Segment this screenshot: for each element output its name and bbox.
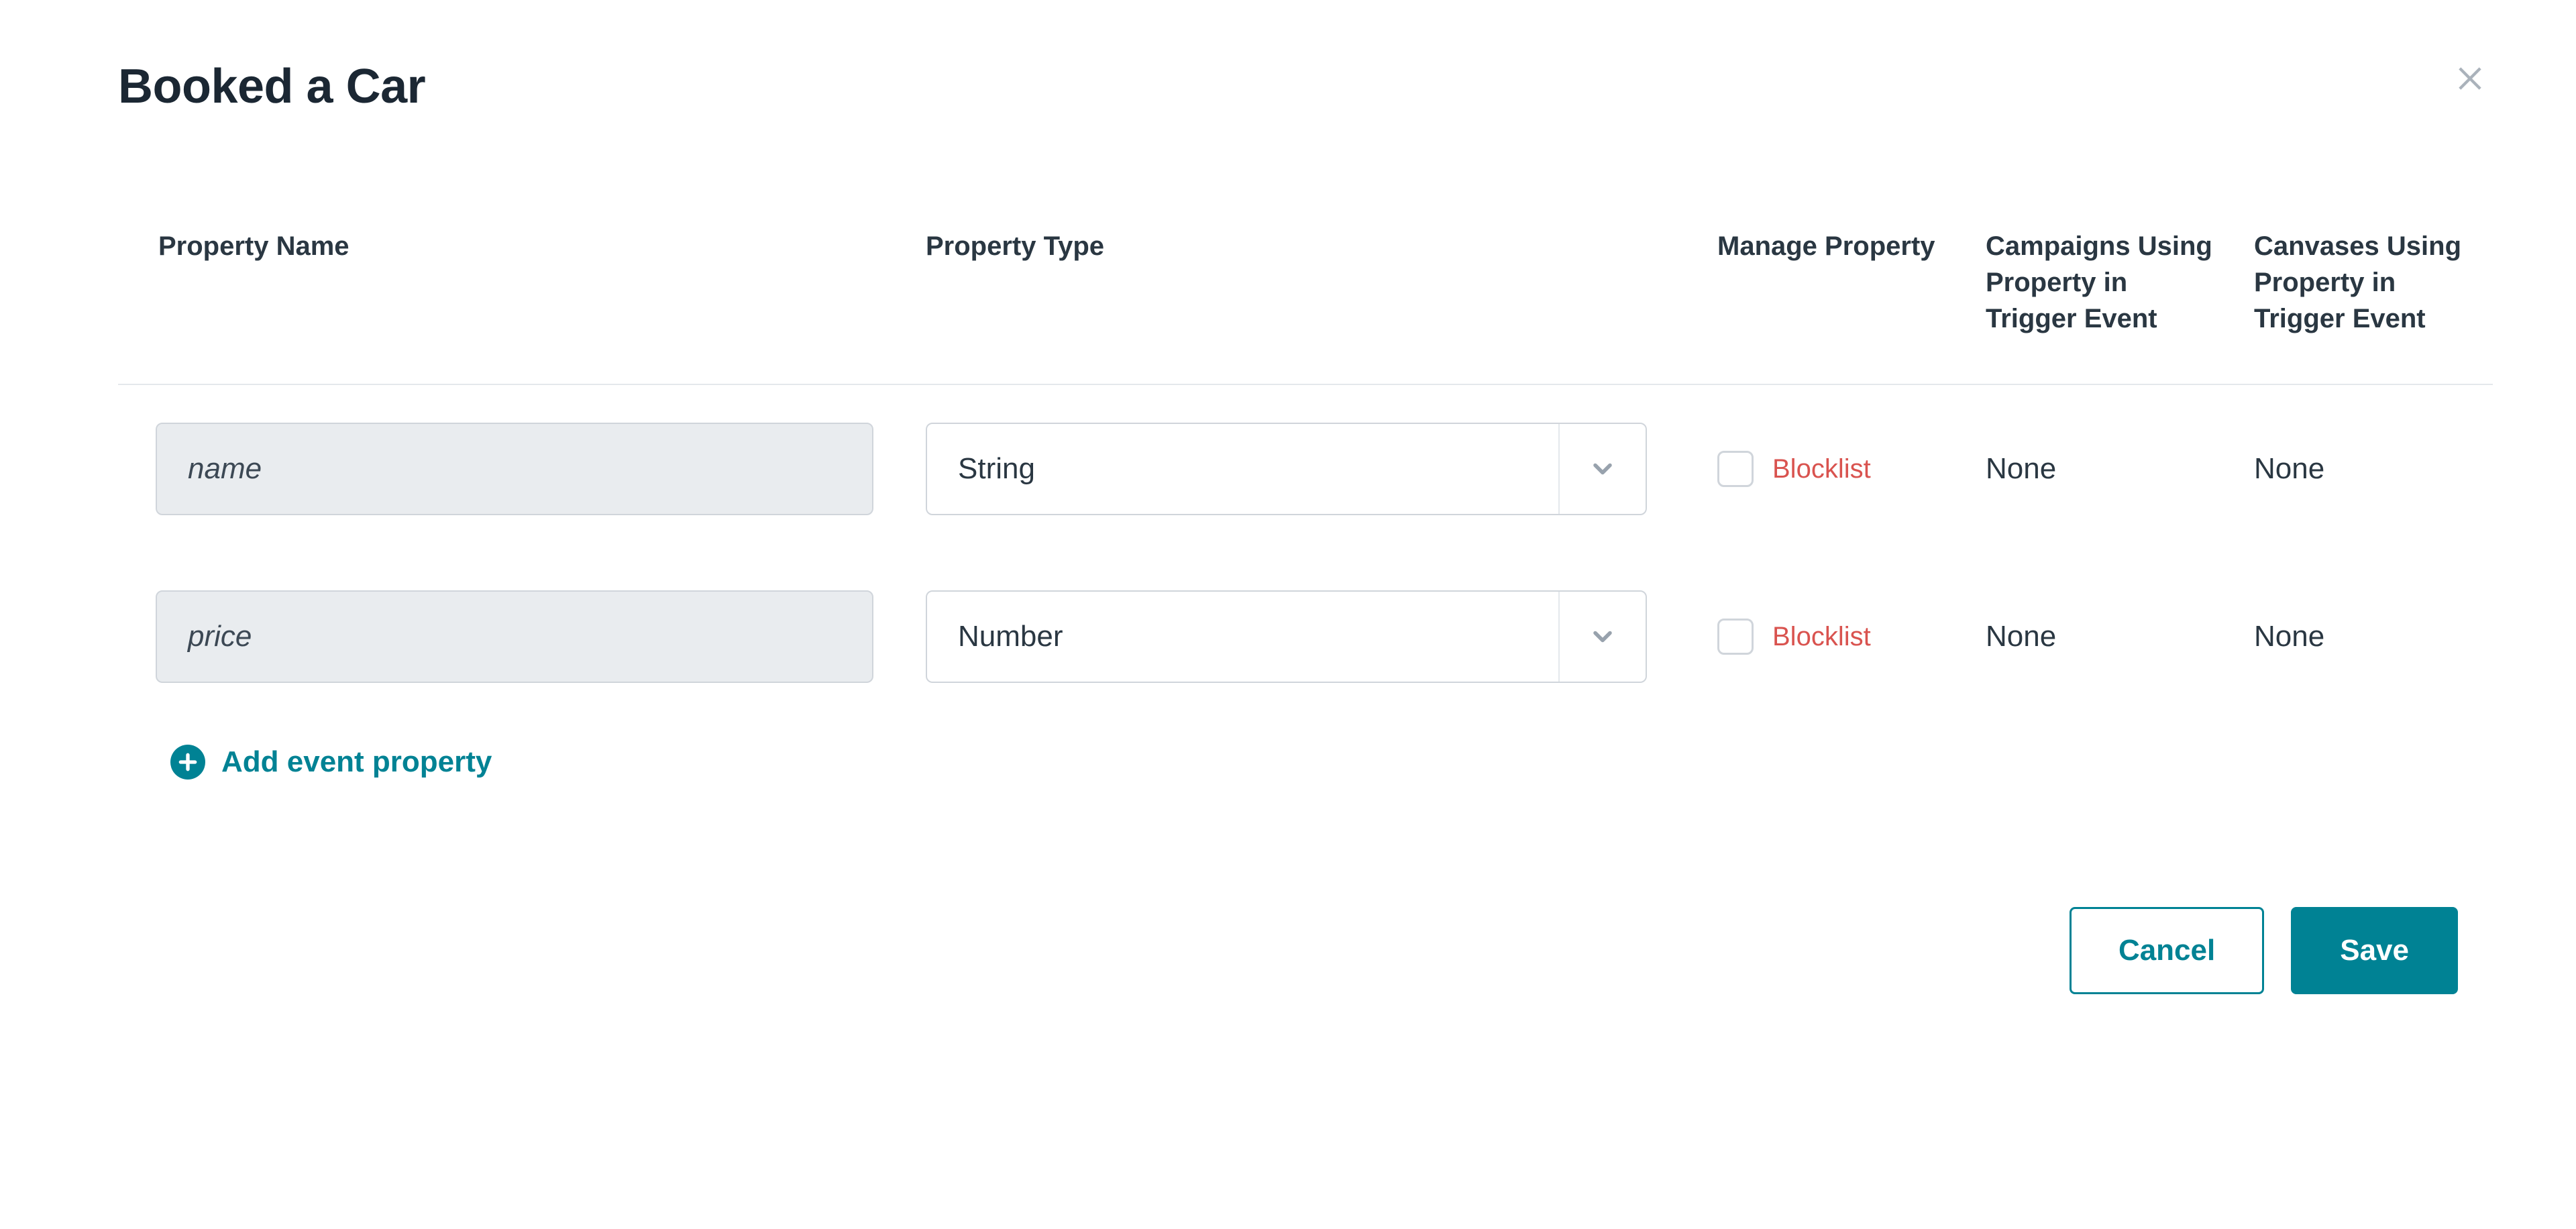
column-header-manage: Manage Property — [1701, 228, 1970, 384]
canvases-value: None — [2254, 452, 2324, 485]
canvases-value: None — [2254, 620, 2324, 653]
blocklist-checkbox[interactable] — [1717, 451, 1754, 487]
property-type-select[interactable]: String — [926, 423, 1647, 515]
blocklist-label: Blocklist — [1772, 622, 1871, 652]
campaigns-value: None — [1986, 452, 2056, 485]
chevron-down-icon — [1558, 424, 1646, 514]
property-type-select[interactable]: Number — [926, 590, 1647, 683]
campaigns-value: None — [1986, 620, 2056, 653]
property-type-value: String — [927, 452, 1558, 486]
event-properties-modal: Booked a Car Property Name Property Type… — [0, 0, 2576, 1075]
plus-circle-icon — [170, 745, 205, 780]
add-event-property-label: Add event property — [221, 745, 492, 779]
save-button[interactable]: Save — [2291, 907, 2458, 994]
column-header-canvases: Canvases Using Property in Trigger Event — [2238, 228, 2493, 384]
close-icon — [2453, 59, 2487, 97]
property-type-value: Number — [927, 620, 1558, 653]
properties-table: Property Name Property Type Manage Prope… — [118, 228, 2493, 720]
column-header-name: Property Name — [118, 228, 910, 384]
property-name-input[interactable]: name — [156, 423, 873, 515]
cancel-button-label: Cancel — [2118, 934, 2215, 967]
property-name-value: price — [188, 620, 252, 653]
property-name-input[interactable]: price — [156, 590, 873, 683]
table-row: price Number Blocklist — [118, 553, 2493, 720]
modal-title: Booked a Car — [118, 59, 2458, 114]
blocklist-label: Blocklist — [1772, 454, 1871, 484]
add-event-property-button[interactable]: Add event property — [118, 720, 2458, 780]
chevron-down-icon — [1558, 592, 1646, 682]
modal-footer: Cancel Save — [118, 907, 2458, 994]
blocklist-checkbox[interactable] — [1717, 619, 1754, 655]
cancel-button[interactable]: Cancel — [2070, 907, 2264, 994]
property-name-value: name — [188, 452, 262, 486]
close-button[interactable] — [2451, 59, 2489, 97]
column-header-campaigns: Campaigns Using Property in Trigger Even… — [1970, 228, 2238, 384]
save-button-label: Save — [2340, 934, 2409, 967]
column-header-type: Property Type — [910, 228, 1701, 384]
table-row: name String Blocklist — [118, 385, 2493, 553]
